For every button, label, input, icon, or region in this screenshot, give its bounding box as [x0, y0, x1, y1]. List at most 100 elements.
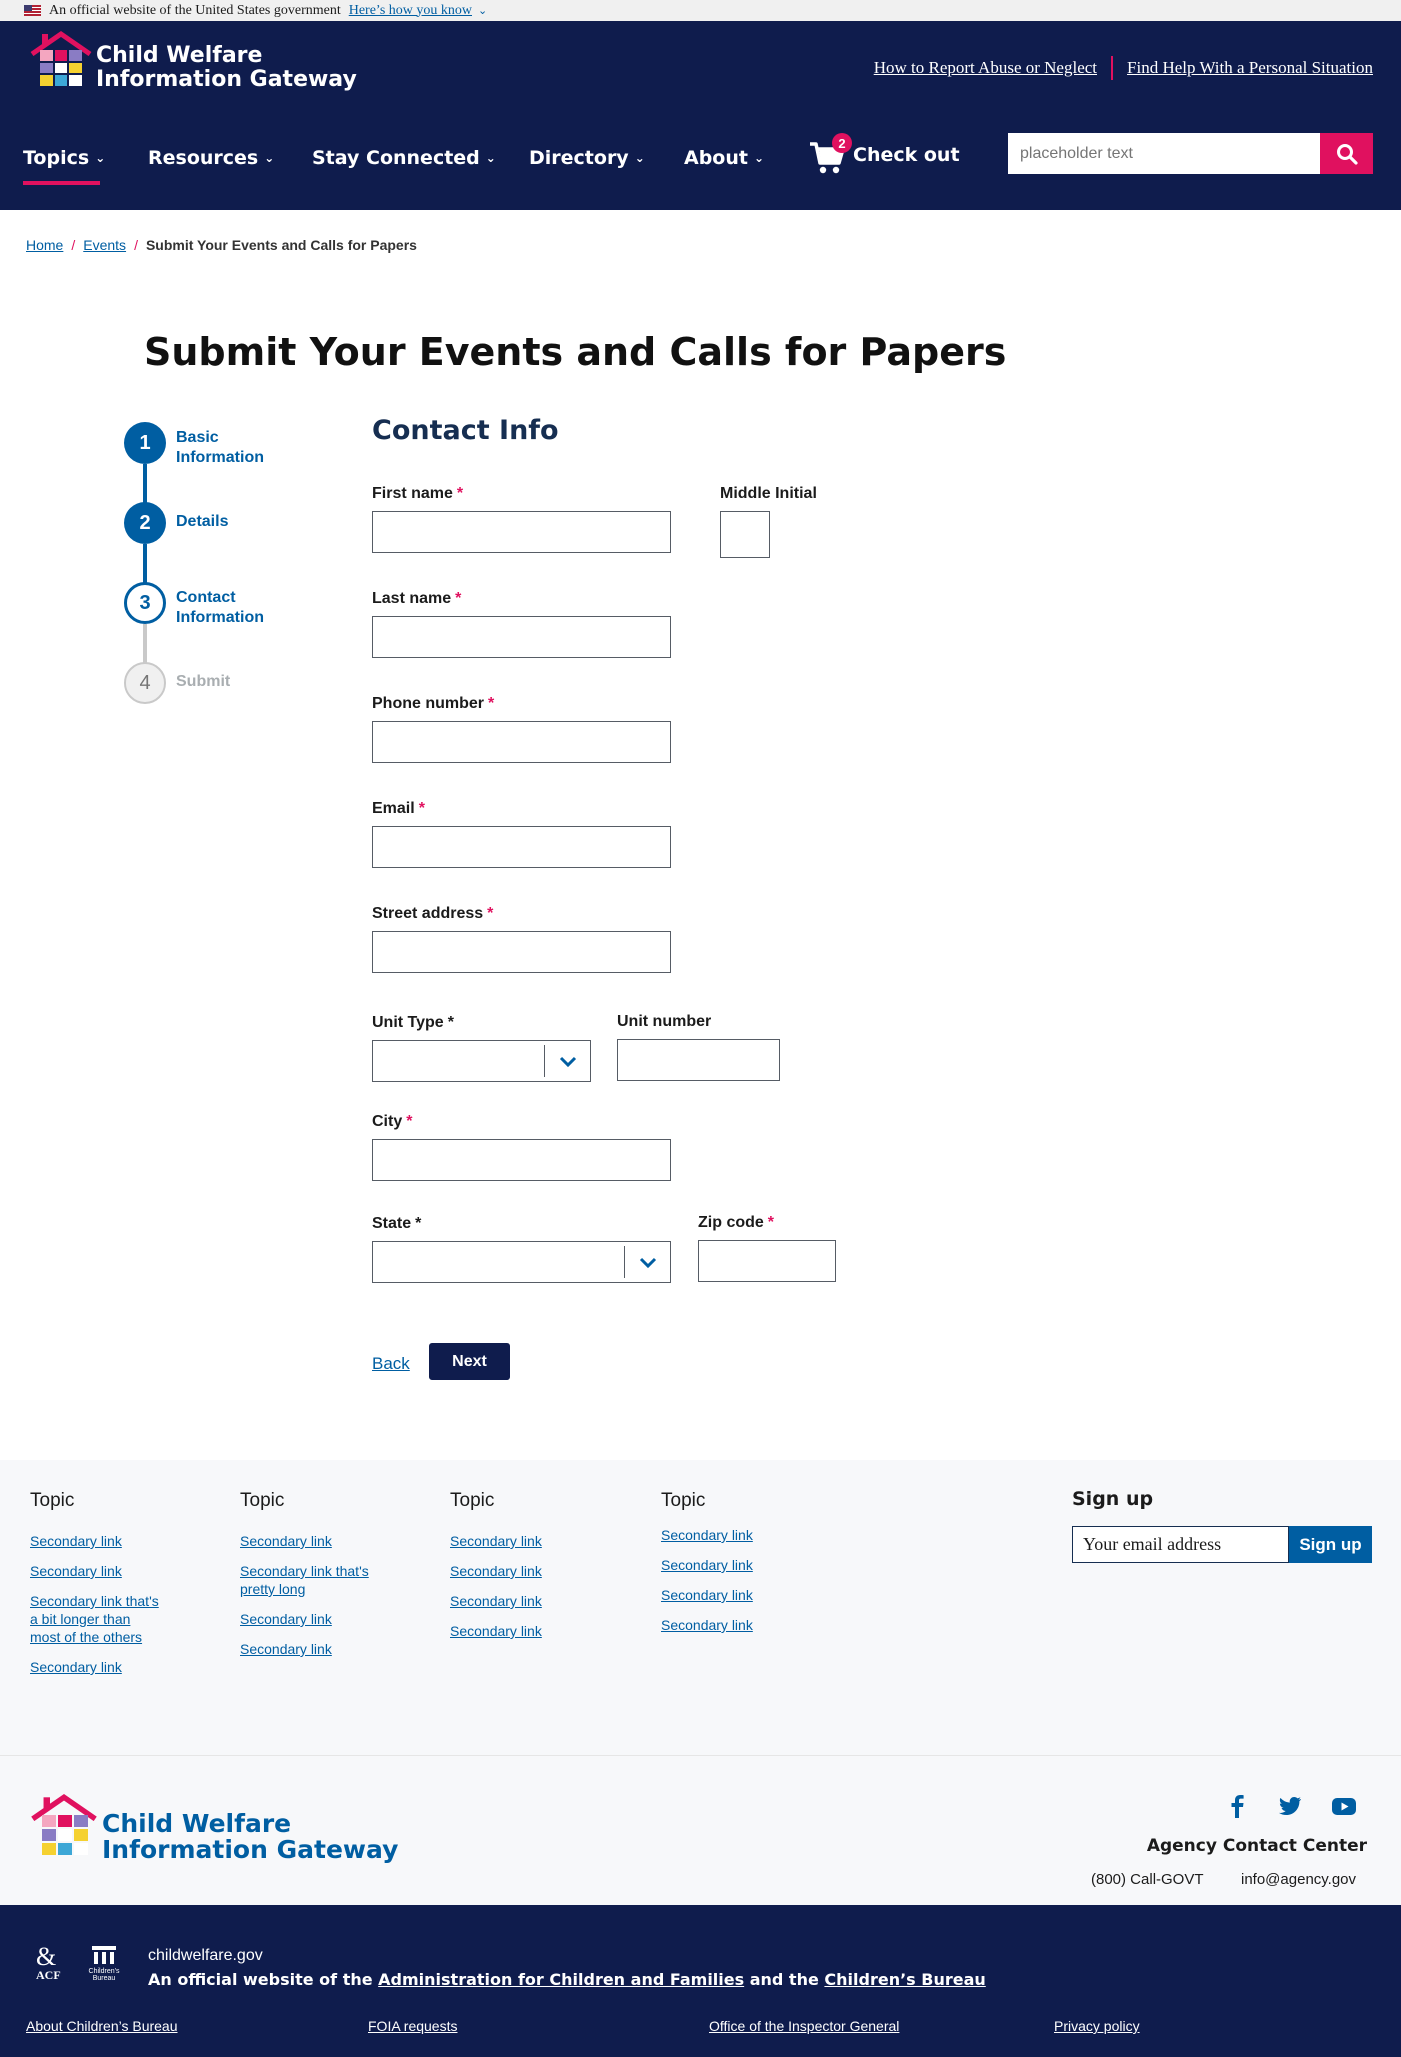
heres-how-you-know-link[interactable]: Here’s how you know [349, 3, 472, 19]
footer-link[interactable]: Secondary link [661, 1526, 791, 1544]
childrens-bureau-link[interactable]: Children’s Bureau [824, 1970, 985, 1989]
childrens-bureau-icon [92, 1946, 116, 1964]
site-domain: childwelfare.gov [148, 1947, 263, 1964]
footer-link[interactable]: Secondary link [240, 1532, 370, 1550]
city-label: City * [372, 1113, 413, 1130]
agency-phone[interactable]: (800) Call-GOVT [1091, 1871, 1204, 1888]
chevron-down-icon: ⌄ [485, 151, 496, 165]
foia-link[interactable]: FOIA requests [368, 2018, 457, 2034]
unit-number-field[interactable] [617, 1039, 780, 1081]
agency-contact-title: Agency Contact Center [1146, 1836, 1367, 1856]
breadcrumb: Home / Events / Submit Your Events and C… [26, 237, 417, 253]
unit-type-select[interactable] [372, 1040, 591, 1082]
section-title: Contact Info [372, 415, 559, 446]
phone-number-field[interactable] [372, 721, 671, 763]
footer-link[interactable]: Secondary link [240, 1610, 370, 1628]
footer-column-title: Topic [30, 1490, 75, 1511]
footer-logo[interactable]: Child Welfare Information Gateway [30, 1793, 398, 1863]
footer-link[interactable]: Secondary link [450, 1622, 580, 1640]
find-help-link[interactable]: Find Help With a Personal Situation [1127, 58, 1373, 78]
email-label: Email * [372, 800, 425, 817]
email-field[interactable] [372, 826, 671, 868]
footer-column-title: Topic [450, 1490, 495, 1511]
nav-active-indicator [23, 181, 100, 185]
chevron-down-icon[interactable]: ⌄ [478, 4, 487, 17]
chevron-down-icon [559, 1056, 577, 1068]
youtube-icon[interactable] [1331, 1793, 1357, 1819]
unit-type-label: Unit Type * [372, 1014, 454, 1031]
footer-link[interactable]: Secondary link [661, 1586, 791, 1604]
street-address-label: Street address * [372, 905, 494, 922]
street-address-field[interactable] [372, 931, 671, 973]
state-label: State * [372, 1215, 422, 1232]
step-connector [143, 544, 147, 584]
signup-title: Sign up [1072, 1488, 1154, 1510]
chevron-down-icon: ⌄ [95, 151, 106, 165]
back-link[interactable]: Back [372, 1354, 410, 1374]
acf-link[interactable]: Administration for Children and Families [378, 1970, 744, 1989]
us-flag-icon [24, 5, 41, 16]
about-childrens-bureau-link[interactable]: About Children’s Bureau [26, 2018, 178, 2034]
report-abuse-link[interactable]: How to Report Abuse or Neglect [874, 58, 1097, 78]
site-logo[interactable]: Child Welfare Information Gateway [30, 30, 357, 92]
twitter-icon[interactable] [1277, 1793, 1303, 1819]
privacy-policy-link[interactable]: Privacy policy [1054, 2018, 1140, 2034]
footer-link[interactable]: Secondary link [240, 1640, 370, 1658]
footer-link[interactable]: Secondary link [450, 1592, 580, 1610]
breadcrumb-separator: / [134, 237, 138, 253]
middle-initial-field[interactable] [720, 511, 770, 558]
page-title: Submit Your Events and Calls for Papers [144, 330, 1007, 374]
footer-logo-text: Child Welfare Information Gateway [102, 1809, 399, 1864]
facebook-icon[interactable] [1224, 1793, 1250, 1819]
signup-email-input[interactable]: Your email address [1072, 1526, 1289, 1563]
breadcrumb-home[interactable]: Home [26, 237, 63, 253]
step-2-label[interactable]: Details [176, 512, 228, 532]
first-name-label: First name * [372, 485, 464, 502]
acf-logo[interactable]: & ACF [36, 1944, 61, 1983]
zip-code-field[interactable] [698, 1240, 836, 1282]
nav-stay-connected[interactable]: Stay Connected ⌄ [312, 147, 496, 169]
nav-directory[interactable]: Directory ⌄ [529, 147, 645, 169]
checkout-link[interactable]: Check out [853, 144, 960, 166]
city-field[interactable] [372, 1139, 671, 1181]
search-button[interactable] [1320, 133, 1373, 174]
last-name-label: Last name * [372, 590, 462, 607]
nav-resources[interactable]: Resources ⌄ [148, 147, 274, 169]
chevron-down-icon: ⌄ [634, 151, 645, 165]
next-button[interactable]: Next [429, 1343, 510, 1380]
footer-link[interactable]: Secondary link that's a bit longer than … [30, 1592, 160, 1646]
footer-column-title: Topic [661, 1490, 706, 1511]
nav-stay-connected-label: Stay Connected [312, 147, 480, 169]
inspector-general-link[interactable]: Office of the Inspector General [709, 2018, 899, 2034]
signup-button[interactable]: Sign up [1289, 1526, 1372, 1563]
breadcrumb-events[interactable]: Events [83, 237, 126, 253]
footer-link[interactable]: Secondary link [661, 1616, 791, 1634]
search-input[interactable] [1008, 133, 1320, 174]
phone-number-label: Phone number * [372, 695, 495, 712]
chevron-down-icon: ⌄ [753, 151, 765, 165]
form-stepper: 1 Basic Information 2 Details 3 Contact … [124, 422, 374, 722]
footer-link[interactable]: Secondary link [30, 1658, 160, 1676]
footer-link[interactable]: Secondary link [30, 1532, 160, 1550]
nav-directory-label: Directory [529, 147, 629, 169]
nav-topics-label: Topics [23, 147, 90, 169]
childrens-bureau-logo[interactable]: Children's Bureau [84, 1944, 124, 1982]
nav-topics[interactable]: Topics ⌄ [23, 147, 105, 169]
footer-link[interactable]: Secondary link [661, 1556, 791, 1574]
footer-link[interactable]: Secondary link [450, 1562, 580, 1580]
search-icon [1336, 143, 1358, 165]
footer-link[interactable]: Secondary link [30, 1562, 160, 1580]
state-select[interactable] [372, 1241, 671, 1283]
house-logo-icon [30, 1793, 98, 1857]
footer-link[interactable]: Secondary link that's pretty long [240, 1562, 370, 1598]
first-name-field[interactable] [372, 511, 671, 553]
last-name-field[interactable] [372, 616, 671, 658]
official-website-statement: An official website of the Administratio… [148, 1970, 986, 1989]
nav-about[interactable]: About ⌄ [684, 147, 764, 169]
footer-column-3: Topic Secondary link Secondary link Seco… [450, 1490, 580, 1652]
step-1-label[interactable]: Basic Information [176, 428, 296, 468]
footer-link[interactable]: Secondary link [450, 1532, 580, 1550]
cart-count-badge: 2 [832, 133, 852, 153]
agency-email[interactable]: info@agency.gov [1241, 1871, 1356, 1888]
footer-column-4: Topic Secondary link Secondary link Seco… [661, 1490, 791, 1646]
